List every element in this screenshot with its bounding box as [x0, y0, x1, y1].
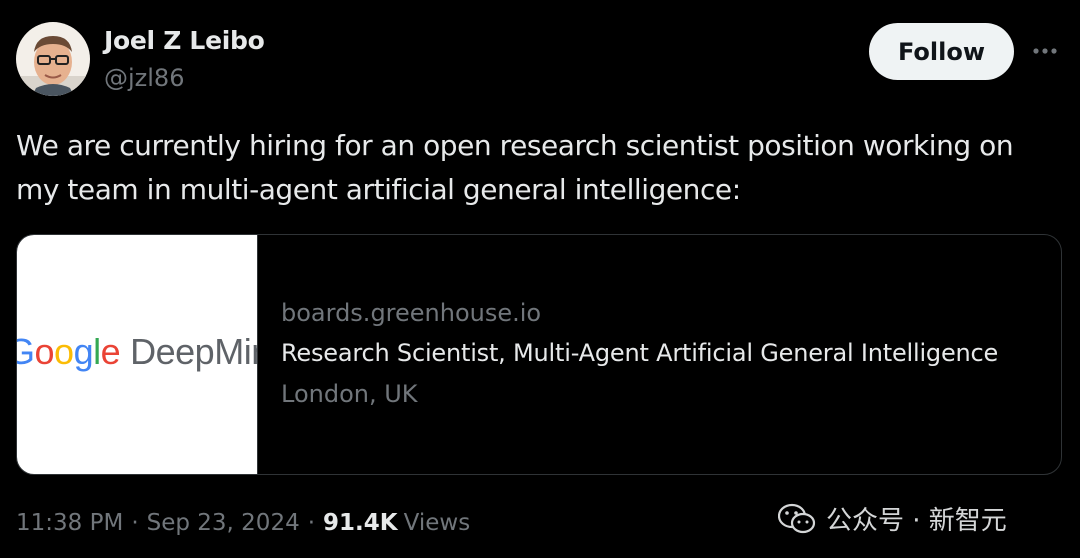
person-avatar-icon [16, 22, 90, 96]
meta-separator: · [131, 510, 139, 536]
author-avatar[interactable] [16, 22, 90, 96]
card-domain: boards.greenhouse.io [281, 299, 542, 327]
tweet-text: We are currently hiring for an open rese… [16, 129, 1014, 206]
tweet-time[interactable]: 11:38 PM [16, 510, 123, 536]
card-title: Research Scientist, Multi-Agent Artifici… [281, 339, 999, 367]
wechat-icon [778, 503, 816, 533]
tweet-meta: 11:38 PM · Sep 23, 2024 · 91.4K Views [16, 510, 470, 536]
watermark-text: 公众号 · 新智元 [826, 506, 1007, 536]
follow-button[interactable]: Follow [869, 23, 1014, 80]
views-count[interactable]: 91.4K [323, 510, 398, 536]
meta-separator: · [307, 510, 316, 536]
card-thumbnail: GoogleDeepMind [17, 235, 258, 474]
card-location: London, UK [281, 380, 418, 408]
views-label: Views [403, 510, 471, 536]
author-name[interactable]: Joel Z Leibo [104, 26, 265, 55]
link-preview-card[interactable]: GoogleDeepMind boards.greenhouse.io Rese… [16, 234, 1062, 475]
more-horizontal-icon[interactable] [1030, 38, 1060, 64]
tweet-date[interactable]: Sep 23, 2024 [147, 510, 300, 536]
author-handle[interactable]: @jzl86 [104, 64, 184, 92]
wechat-watermark: 公众号 · 新智元 [778, 500, 1007, 537]
google-deepmind-logo: GoogleDeepMind [17, 331, 257, 372]
